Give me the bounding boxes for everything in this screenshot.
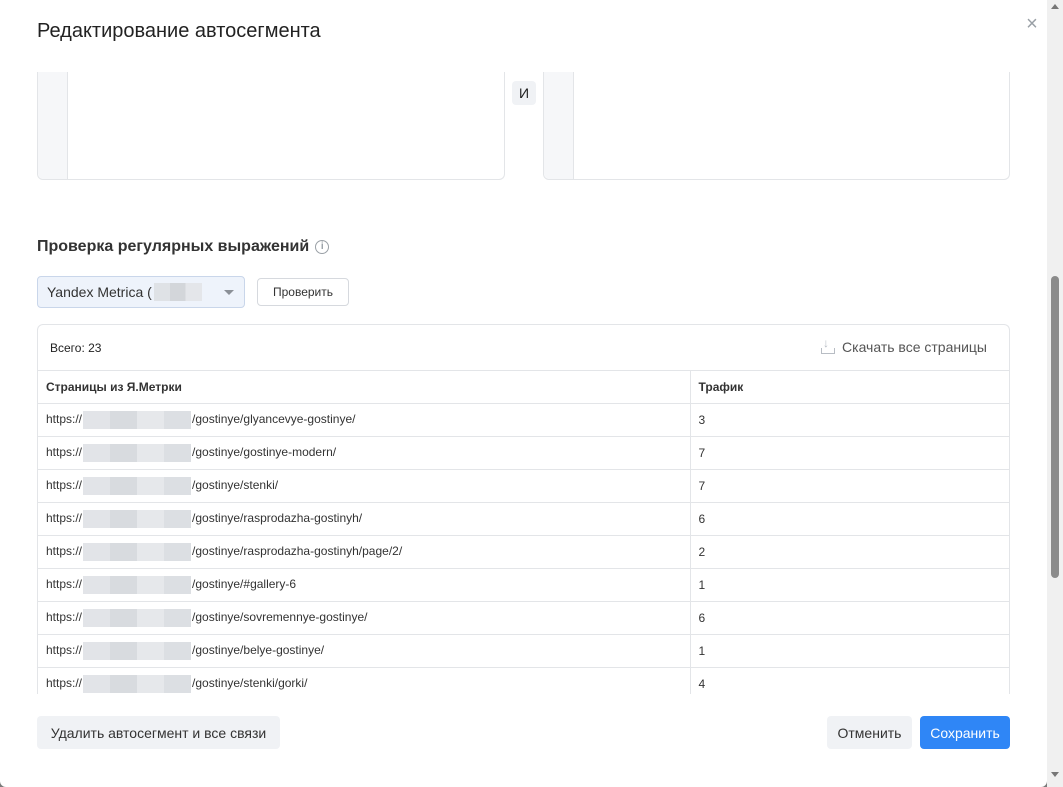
- redacted-domain: [83, 542, 192, 561]
- url-path: /gostinye/belye-gostinye/: [192, 642, 325, 657]
- scroll-down-arrow-icon[interactable]: [1051, 772, 1059, 777]
- url-path: /gostinye/gostinye-modern/: [192, 444, 337, 459]
- close-icon[interactable]: ×: [1022, 14, 1042, 34]
- table-row: https:// /gostinye/rasprodazha-gostinyh/p…: [38, 535, 1009, 569]
- traffic-cell: 6: [690, 601, 1009, 635]
- url-prefix: https://: [46, 576, 83, 591]
- info-icon[interactable]: i: [315, 240, 330, 254]
- delete-autosegment-button[interactable]: Удалить автосегмент и все связи: [37, 716, 280, 749]
- traffic-cell: 7: [690, 469, 1009, 503]
- modal-title: Редактирование автосегмента: [37, 20, 321, 42]
- traffic-cell: 7: [690, 436, 1009, 470]
- download-icon: [820, 336, 836, 355]
- total-count: Всего: 23: [50, 341, 102, 355]
- url-prefix: https://: [46, 477, 83, 492]
- url-prefix: https://: [46, 642, 83, 657]
- download-label: Скачать все страницы: [842, 339, 987, 355]
- page-url-cell: https:// /gostinye/stenki/: [38, 469, 691, 503]
- table-row: https:// /gostinye/glyancevye-gostinye/ 3: [38, 403, 1009, 437]
- url-path: /gostinye/stenki/gorki/: [192, 675, 308, 690]
- line-number-gutter: [38, 72, 68, 179]
- page-url-cell: https:// /gostinye/gostinye-modern/: [38, 436, 691, 470]
- redacted-domain: [83, 410, 192, 429]
- page-url-cell: https:// /gostinye/rasprodazha-gostinyh/: [38, 502, 691, 536]
- url-path: /gostinye/glyancevye-gostinye/: [192, 411, 356, 426]
- counter-select[interactable]: Yandex Metrica (: [37, 276, 245, 308]
- counter-select-value: Yandex Metrica (: [47, 284, 152, 300]
- check-button[interactable]: Проверить: [257, 278, 349, 306]
- table-row: https:// /gostinye/stenki/ 7: [38, 469, 1009, 503]
- line-number-gutter: [544, 72, 574, 179]
- redacted-domain: [83, 443, 192, 462]
- cancel-button[interactable]: Отменить: [827, 716, 912, 749]
- page-url-cell: https:// /gostinye/glyancevye-gostinye/: [38, 403, 691, 437]
- url-path: /gostinye/stenki/: [192, 477, 279, 492]
- url-prefix: https://: [46, 609, 83, 624]
- column-header-traffic: Трафик: [690, 371, 1009, 404]
- regex-check-title-text: Проверка регулярных выражений: [37, 238, 310, 255]
- table-header-row: Страницы из Я.Метрки Трафик: [38, 371, 1009, 404]
- url-path: /gostinye/rasprodazha-gostinyh/: [192, 510, 363, 525]
- redacted-domain: [83, 641, 192, 660]
- page-url-cell: https:// /gostinye/sovremennye-gostinye/: [38, 601, 691, 635]
- save-button[interactable]: Сохранить: [920, 716, 1010, 749]
- url-prefix: https://: [46, 444, 83, 459]
- table-row: https:///gostinye/sovremennye-gostinye/ …: [38, 601, 1009, 635]
- page-scrollbar[interactable]: [1047, 0, 1063, 787]
- url-path: /gostinye/#gallery-6: [192, 576, 297, 591]
- traffic-cell: 3: [690, 403, 1009, 437]
- url-path: /gostinye/rasprodazha-gostinyh/page/2/: [192, 543, 403, 558]
- page-url-cell: https:// /gostinye/belye-gostinye/: [38, 634, 691, 668]
- traffic-cell: 1: [690, 568, 1009, 602]
- scrollbar-thumb[interactable]: [1051, 276, 1059, 578]
- edit-autosegment-modal: Редактирование автосегмента × И Проверка…: [0, 0, 1047, 787]
- redacted-domain: [83, 608, 192, 627]
- table-row: https:// /gostinye/#gallery-6 1: [38, 568, 1009, 602]
- traffic-cell: 6: [690, 502, 1009, 536]
- results-header: Всего: 23 Скачать все страницы: [38, 325, 1009, 371]
- rule-editor-left[interactable]: [37, 72, 505, 180]
- url-prefix: https://: [46, 411, 83, 426]
- traffic-cell: 4: [690, 667, 1009, 694]
- redacted-counter-id: [153, 283, 202, 301]
- column-header-pages: Страницы из Я.Метрки: [38, 371, 691, 404]
- and-operator-badge: И: [512, 81, 536, 105]
- redacted-domain: [83, 476, 192, 495]
- traffic-cell: 2: [690, 535, 1009, 569]
- rule-editor-right[interactable]: [543, 72, 1010, 180]
- url-prefix: https://: [46, 510, 83, 525]
- redacted-domain: [83, 509, 192, 528]
- redacted-domain: [83, 575, 192, 594]
- caret-down-icon: [224, 290, 234, 295]
- table-row: https:// /gostinye/belye-gostinye/ 1: [38, 634, 1009, 668]
- url-path: /gostinye/sovremennye-gostinye/: [192, 609, 368, 624]
- results-table: Страницы из Я.Метрки Трафик https:// /gos…: [38, 371, 1009, 694]
- redacted-domain: [83, 674, 192, 693]
- table-row: https:// /gostinye/gostinye-modern/ 7: [38, 436, 1009, 470]
- page-url-cell: https:// /gostinye/rasprodazha-gostinyh/p…: [38, 535, 691, 569]
- page-url-cell: https:// /gostinye/stenki/gorki/: [38, 667, 691, 694]
- table-row: https:///gostinye/rasprodazha-gostinyh/ …: [38, 502, 1009, 536]
- url-prefix: https://: [46, 675, 83, 690]
- url-prefix: https://: [46, 543, 83, 558]
- regex-check-title: Проверка регулярных выражений i: [37, 238, 330, 256]
- table-row: https:// /gostinye/stenki/gorki/ 4: [38, 667, 1009, 694]
- download-all-pages-button[interactable]: Скачать все страницы: [820, 336, 987, 355]
- results-table-card: Всего: 23 Скачать все страницы Страницы …: [37, 324, 1010, 694]
- page-url-cell: https:// /gostinye/#gallery-6: [38, 568, 691, 602]
- scroll-up-arrow-icon[interactable]: [1051, 4, 1059, 9]
- traffic-cell: 1: [690, 634, 1009, 668]
